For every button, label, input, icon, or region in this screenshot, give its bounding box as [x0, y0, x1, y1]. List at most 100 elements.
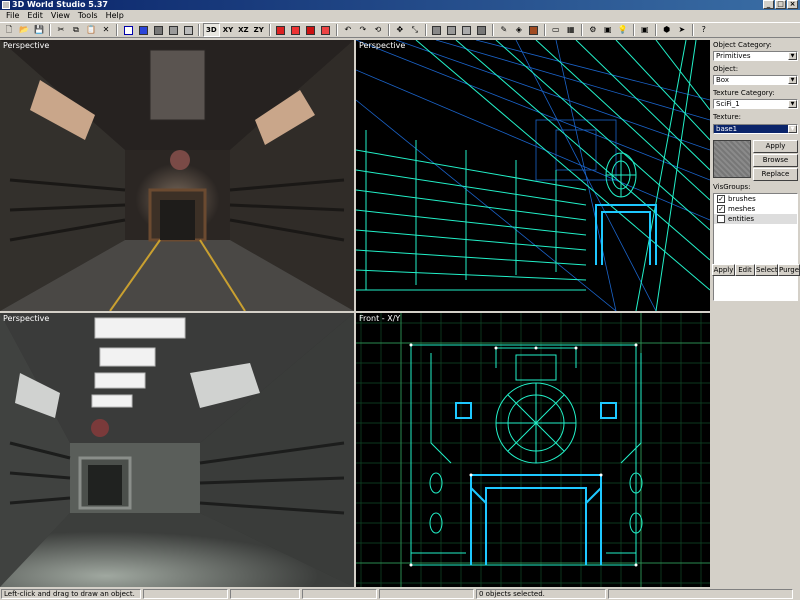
object-select[interactable]: Box ▼: [713, 75, 798, 85]
new-file-icon[interactable]: 🗋: [2, 23, 16, 37]
menu-help[interactable]: Help: [102, 10, 128, 21]
vertex-icon[interactable]: ▭: [549, 23, 563, 37]
compile-icon[interactable]: ⚙: [586, 23, 600, 37]
window-title: 3D World Studio 5.37: [12, 0, 108, 9]
status-pane-4: [302, 589, 377, 599]
texture-category-select[interactable]: SciFi_1 ▼: [713, 99, 798, 109]
open-folder-icon[interactable]: 📂: [17, 23, 31, 37]
status-selection: 0 objects selected.: [476, 589, 606, 599]
replace-button[interactable]: Replace: [753, 168, 798, 181]
red-cube-3-icon[interactable]: [304, 23, 318, 37]
vis-edit-button[interactable]: Edit: [735, 264, 755, 276]
undo-icon[interactable]: ↶: [341, 23, 355, 37]
paste-icon[interactable]: 📋: [84, 23, 98, 37]
wireframe-view-icon[interactable]: [121, 23, 135, 37]
minimize-button[interactable]: _: [763, 0, 774, 9]
menu-file[interactable]: File: [2, 10, 23, 21]
light-icon[interactable]: 💡: [616, 23, 630, 37]
viewport-label: Perspective: [3, 314, 50, 323]
dropdown-arrow-icon[interactable]: ▼: [788, 100, 797, 108]
textured-view-icon[interactable]: [166, 23, 180, 37]
redo-icon[interactable]: ↷: [356, 23, 370, 37]
scale-icon[interactable]: ⤡: [408, 23, 422, 37]
copy-icon[interactable]: ⧉: [69, 23, 83, 37]
visgroup-item[interactable]: entities: [714, 214, 797, 224]
view-zy-button[interactable]: ZY: [252, 23, 266, 37]
delete-icon[interactable]: ✕: [99, 23, 113, 37]
pointer-icon[interactable]: ▣: [638, 23, 652, 37]
status-pane-2: [143, 589, 228, 599]
object-label: Object:: [713, 65, 739, 73]
checkbox-checked-icon[interactable]: ✓: [717, 195, 725, 203]
undo-redo-icon[interactable]: ⟲: [371, 23, 385, 37]
vis-purge-button[interactable]: Purge: [778, 264, 800, 276]
menu-view[interactable]: View: [47, 10, 74, 21]
view-xz-button[interactable]: XZ: [236, 23, 250, 37]
render-icon[interactable]: ▣: [601, 23, 615, 37]
close-button[interactable]: ×: [787, 0, 798, 9]
viewport-label: Front - X/Y: [359, 314, 401, 323]
menu-tools[interactable]: Tools: [74, 10, 102, 21]
status-pane-7: [608, 589, 793, 599]
texture-select[interactable]: base1 ▼: [713, 124, 798, 134]
move-icon[interactable]: ✥: [393, 23, 407, 37]
brush-4-icon[interactable]: [475, 23, 489, 37]
view-3d-button[interactable]: 3D: [203, 23, 220, 37]
lit-view-icon[interactable]: [181, 23, 195, 37]
viewport-label: Perspective: [359, 41, 406, 50]
paint-bucket-icon[interactable]: ◈: [512, 23, 526, 37]
app-icon: [2, 1, 10, 9]
object-category-select[interactable]: Primitives ▼: [713, 51, 798, 61]
dropdown-arrow-icon[interactable]: ▼: [788, 125, 797, 133]
save-icon[interactable]: 💾: [32, 23, 46, 37]
texture-preview[interactable]: [713, 140, 751, 178]
corridor-render-textured: [0, 40, 354, 311]
apply-texture-button[interactable]: Apply: [753, 140, 798, 153]
red-cube-4-icon[interactable]: [319, 23, 333, 37]
viewport-label: Perspective: [3, 41, 50, 50]
vis-apply-button[interactable]: Apply: [712, 264, 735, 276]
solid-view-icon[interactable]: [151, 23, 165, 37]
dropdown-arrow-icon[interactable]: ▼: [788, 76, 797, 84]
status-pane-5: [379, 589, 474, 599]
texture-category-label: Texture Category:: [713, 89, 775, 97]
status-pane-3: [230, 589, 300, 599]
help-icon[interactable]: ?: [697, 23, 711, 37]
grid-icon[interactable]: ▦: [564, 23, 578, 37]
corridor-render-lit: [0, 313, 354, 587]
visgroups-list[interactable]: ✓ brushes ✓ meshes entities: [713, 193, 798, 301]
view-xy-button[interactable]: XY: [221, 23, 235, 37]
red-cube-icon[interactable]: [274, 23, 288, 37]
brush-icon[interactable]: [430, 23, 444, 37]
front-view-grid: [356, 313, 710, 587]
properties-panel: Object Category: Primitives ▼ Object: Box…: [712, 40, 800, 588]
visgroup-item[interactable]: ✓ meshes: [714, 204, 797, 214]
flat-view-icon[interactable]: [136, 23, 150, 37]
texture-swatch-icon[interactable]: [527, 23, 541, 37]
arrow-icon[interactable]: ➤: [675, 23, 689, 37]
menu-bar: File Edit View Tools Help: [0, 10, 800, 21]
maximize-button[interactable]: □: [775, 0, 786, 9]
viewport-top-right[interactable]: Perspective: [356, 40, 710, 311]
brush-3-icon[interactable]: [460, 23, 474, 37]
brush-2-icon[interactable]: [445, 23, 459, 37]
visgroup-item[interactable]: ✓ brushes: [714, 194, 797, 204]
viewport-front-xy[interactable]: Front - X/Y: [356, 313, 710, 587]
viewport-bottom-left[interactable]: Perspective: [0, 313, 354, 587]
cut-icon[interactable]: ✂: [54, 23, 68, 37]
vis-select-button[interactable]: Select: [755, 264, 778, 276]
checkbox-icon[interactable]: [717, 215, 725, 223]
menu-edit[interactable]: Edit: [23, 10, 47, 21]
pipette-icon[interactable]: ✎: [497, 23, 511, 37]
cubes-icon[interactable]: ⬢: [660, 23, 674, 37]
status-hint: Left-click and drag to draw an object.: [1, 589, 141, 599]
status-bar: Left-click and drag to draw an object. 0…: [0, 588, 800, 600]
texture-label: Texture:: [713, 113, 741, 121]
checkbox-checked-icon[interactable]: ✓: [717, 205, 725, 213]
dropdown-arrow-icon[interactable]: ▼: [788, 52, 797, 60]
browse-button[interactable]: Browse: [753, 154, 798, 167]
toolbar: 🗋 📂 💾 ✂ ⧉ 📋 ✕ 3D XY XZ ZY ↶ ↷ ⟲ ✥ ⤡ ✎ ◈ …: [0, 22, 800, 38]
viewport-top-left[interactable]: Perspective: [0, 40, 354, 311]
red-cube-2-icon[interactable]: [289, 23, 303, 37]
visgroups-label: VisGroups:: [713, 183, 751, 191]
